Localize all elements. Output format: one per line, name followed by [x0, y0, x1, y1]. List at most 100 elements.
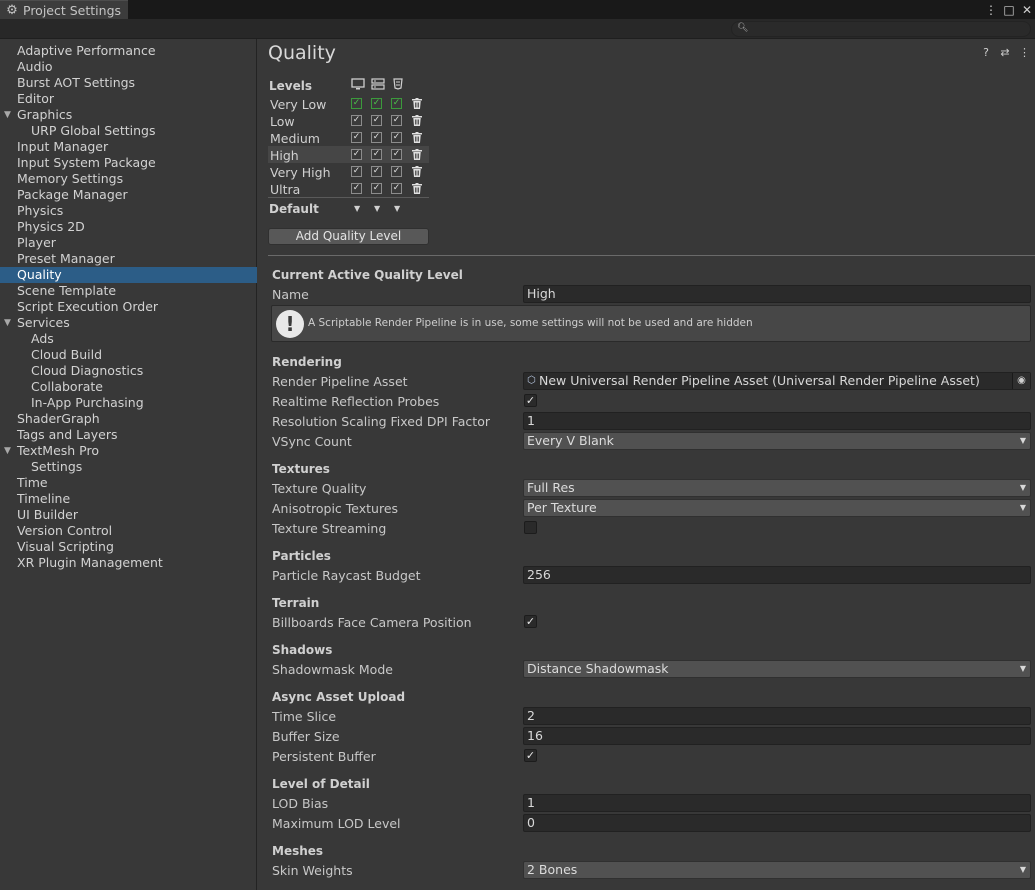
sidebar-item[interactable]: Adaptive Performance — [0, 43, 257, 59]
sidebar-item[interactable]: Tags and Layers — [0, 427, 257, 443]
platform-checkbox[interactable]: ✓ — [351, 149, 362, 160]
time-slice-field[interactable]: 2 — [523, 707, 1031, 725]
lod-bias-field[interactable]: 1 — [523, 794, 1031, 812]
trash-icon[interactable] — [411, 132, 422, 143]
more-options-icon[interactable]: ⋮ — [1019, 46, 1030, 59]
sidebar-item-label: Settings — [31, 459, 83, 474]
trash-icon[interactable] — [411, 115, 422, 126]
sidebar-item[interactable]: ▼ TextMesh Pro — [0, 443, 257, 459]
sidebar-item[interactable]: In-App Purchasing — [0, 395, 257, 411]
sidebar-item[interactable]: URP Global Settings — [0, 123, 257, 139]
sidebar-item[interactable]: Cloud Diagnostics — [0, 363, 257, 379]
search-input[interactable]: 🔍︎ — [731, 21, 1031, 37]
platform-checkbox[interactable]: ✓ — [371, 149, 382, 160]
vsync-dropdown[interactable]: Every V Blank ▼ — [523, 432, 1031, 450]
sidebar-item[interactable]: Collaborate — [0, 379, 257, 395]
window-tab[interactable]: ⚙ Project Settings — [0, 0, 128, 19]
trash-icon[interactable] — [411, 183, 422, 194]
more-options-icon[interactable]: ⋮ — [985, 3, 997, 17]
sidebar-item[interactable]: Package Manager — [0, 187, 257, 203]
anisotropic-dropdown[interactable]: Per Texture ▼ — [523, 499, 1031, 517]
sidebar-item[interactable]: Audio — [0, 59, 257, 75]
preset-icon[interactable]: ⇄ — [1000, 46, 1010, 59]
platform-checkbox[interactable]: ✓ — [391, 183, 402, 194]
billboards-checkbox[interactable]: ✓ — [524, 615, 537, 628]
sidebar-item[interactable]: Ads — [0, 331, 257, 347]
sidebar-item[interactable]: Version Control — [0, 523, 257, 539]
sidebar-item[interactable]: Visual Scripting — [0, 539, 257, 555]
object-picker-icon[interactable]: ◉ — [1012, 373, 1030, 389]
sidebar-item[interactable]: ShaderGraph — [0, 411, 257, 427]
platform-checkbox[interactable]: ✓ — [371, 115, 382, 126]
sidebar-item[interactable]: Timeline — [0, 491, 257, 507]
close-icon[interactable]: ✕ — [1021, 3, 1033, 17]
sidebar-item[interactable]: Physics 2D — [0, 219, 257, 235]
max-lod-field[interactable]: 0 — [523, 814, 1031, 832]
sidebar-item[interactable]: Physics — [0, 203, 257, 219]
name-field[interactable]: High — [523, 285, 1031, 303]
platform-checkbox[interactable]: ✓ — [351, 132, 362, 143]
render-pipeline-field[interactable]: ⬡ New Universal Render Pipeline Asset (U… — [523, 372, 1031, 390]
reflection-probes-checkbox[interactable]: ✓ — [524, 394, 537, 407]
dpi-factor-field[interactable]: 1 — [523, 412, 1031, 430]
sidebar-item[interactable]: Input System Package — [0, 155, 257, 171]
sidebar-item[interactable]: Scene Template — [0, 283, 257, 299]
quality-level-row[interactable]: Low ✓ ✓ ✓ — [268, 112, 429, 129]
sidebar-item[interactable]: Cloud Build — [0, 347, 257, 363]
platform-checkbox[interactable]: ✓ — [371, 98, 382, 109]
platform-checkbox[interactable]: ✓ — [391, 98, 402, 109]
sidebar-item[interactable]: Editor — [0, 91, 257, 107]
sidebar-item[interactable]: ▼ Services — [0, 315, 257, 331]
platform-checkbox[interactable]: ✓ — [351, 166, 362, 177]
quality-level-row[interactable]: Very Low ✓ ✓ ✓ — [268, 95, 429, 112]
platform-checkbox[interactable]: ✓ — [351, 115, 362, 126]
quality-level-row[interactable]: Very High ✓ ✓ ✓ — [268, 163, 429, 180]
sidebar-item[interactable]: ▼ Graphics — [0, 107, 257, 123]
help-icon[interactable]: ? — [981, 46, 991, 59]
expand-triangle-icon[interactable]: ▼ — [4, 443, 11, 459]
raycast-budget-field[interactable]: 256 — [523, 566, 1031, 584]
platform-checkbox[interactable]: ✓ — [371, 166, 382, 177]
platform-checkbox[interactable]: ✓ — [351, 183, 362, 194]
sidebar-item-label: Input System Package — [17, 155, 156, 170]
skin-weights-dropdown[interactable]: 2 Bones ▼ — [523, 861, 1031, 879]
platform-checkbox[interactable]: ✓ — [351, 98, 362, 109]
quality-level-row[interactable]: Medium ✓ ✓ ✓ — [268, 129, 429, 146]
sidebar-item[interactable]: Input Manager — [0, 139, 257, 155]
trash-icon[interactable] — [411, 98, 422, 109]
default-webgl-dropdown[interactable]: ▼ — [394, 204, 400, 213]
default-standalone-dropdown[interactable]: ▼ — [354, 204, 360, 213]
platform-checkbox[interactable]: ✓ — [371, 183, 382, 194]
texture-quality-dropdown[interactable]: Full Res ▼ — [523, 479, 1031, 497]
chevron-down-icon: ▼ — [1019, 865, 1026, 874]
platform-checkbox[interactable]: ✓ — [391, 132, 402, 143]
platform-checkbox[interactable]: ✓ — [391, 149, 402, 160]
platform-checkbox[interactable]: ✓ — [391, 115, 402, 126]
sidebar-item[interactable]: Burst AOT Settings — [0, 75, 257, 91]
sidebar-item[interactable]: XR Plugin Management — [0, 555, 257, 571]
sidebar-item-label: Quality — [17, 267, 62, 282]
sidebar-item[interactable]: UI Builder — [0, 507, 257, 523]
maximize-icon[interactable]: □ — [1003, 3, 1015, 17]
platform-checkbox[interactable]: ✓ — [391, 166, 402, 177]
sidebar-item[interactable]: Script Execution Order — [0, 299, 257, 315]
expand-triangle-icon[interactable]: ▼ — [4, 107, 11, 123]
sidebar-item[interactable]: Quality — [0, 267, 257, 283]
trash-icon[interactable] — [411, 149, 422, 160]
platform-checkbox[interactable]: ✓ — [371, 132, 382, 143]
shadowmask-dropdown[interactable]: Distance Shadowmask ▼ — [523, 660, 1031, 678]
default-server-dropdown[interactable]: ▼ — [374, 204, 380, 213]
add-quality-level-button[interactable]: Add Quality Level — [268, 228, 429, 245]
texture-streaming-checkbox[interactable] — [524, 521, 537, 534]
sidebar-item[interactable]: Memory Settings — [0, 171, 257, 187]
quality-level-row[interactable]: Ultra ✓ ✓ ✓ — [268, 180, 429, 197]
expand-triangle-icon[interactable]: ▼ — [4, 315, 11, 331]
sidebar-item[interactable]: Player — [0, 235, 257, 251]
persistent-buffer-checkbox[interactable]: ✓ — [524, 749, 537, 762]
sidebar-item[interactable]: Settings — [0, 459, 257, 475]
quality-level-row[interactable]: High ✓ ✓ ✓ — [268, 146, 429, 163]
buffer-size-field[interactable]: 16 — [523, 727, 1031, 745]
sidebar-item[interactable]: Preset Manager — [0, 251, 257, 267]
sidebar-item[interactable]: Time — [0, 475, 257, 491]
trash-icon[interactable] — [411, 166, 422, 177]
